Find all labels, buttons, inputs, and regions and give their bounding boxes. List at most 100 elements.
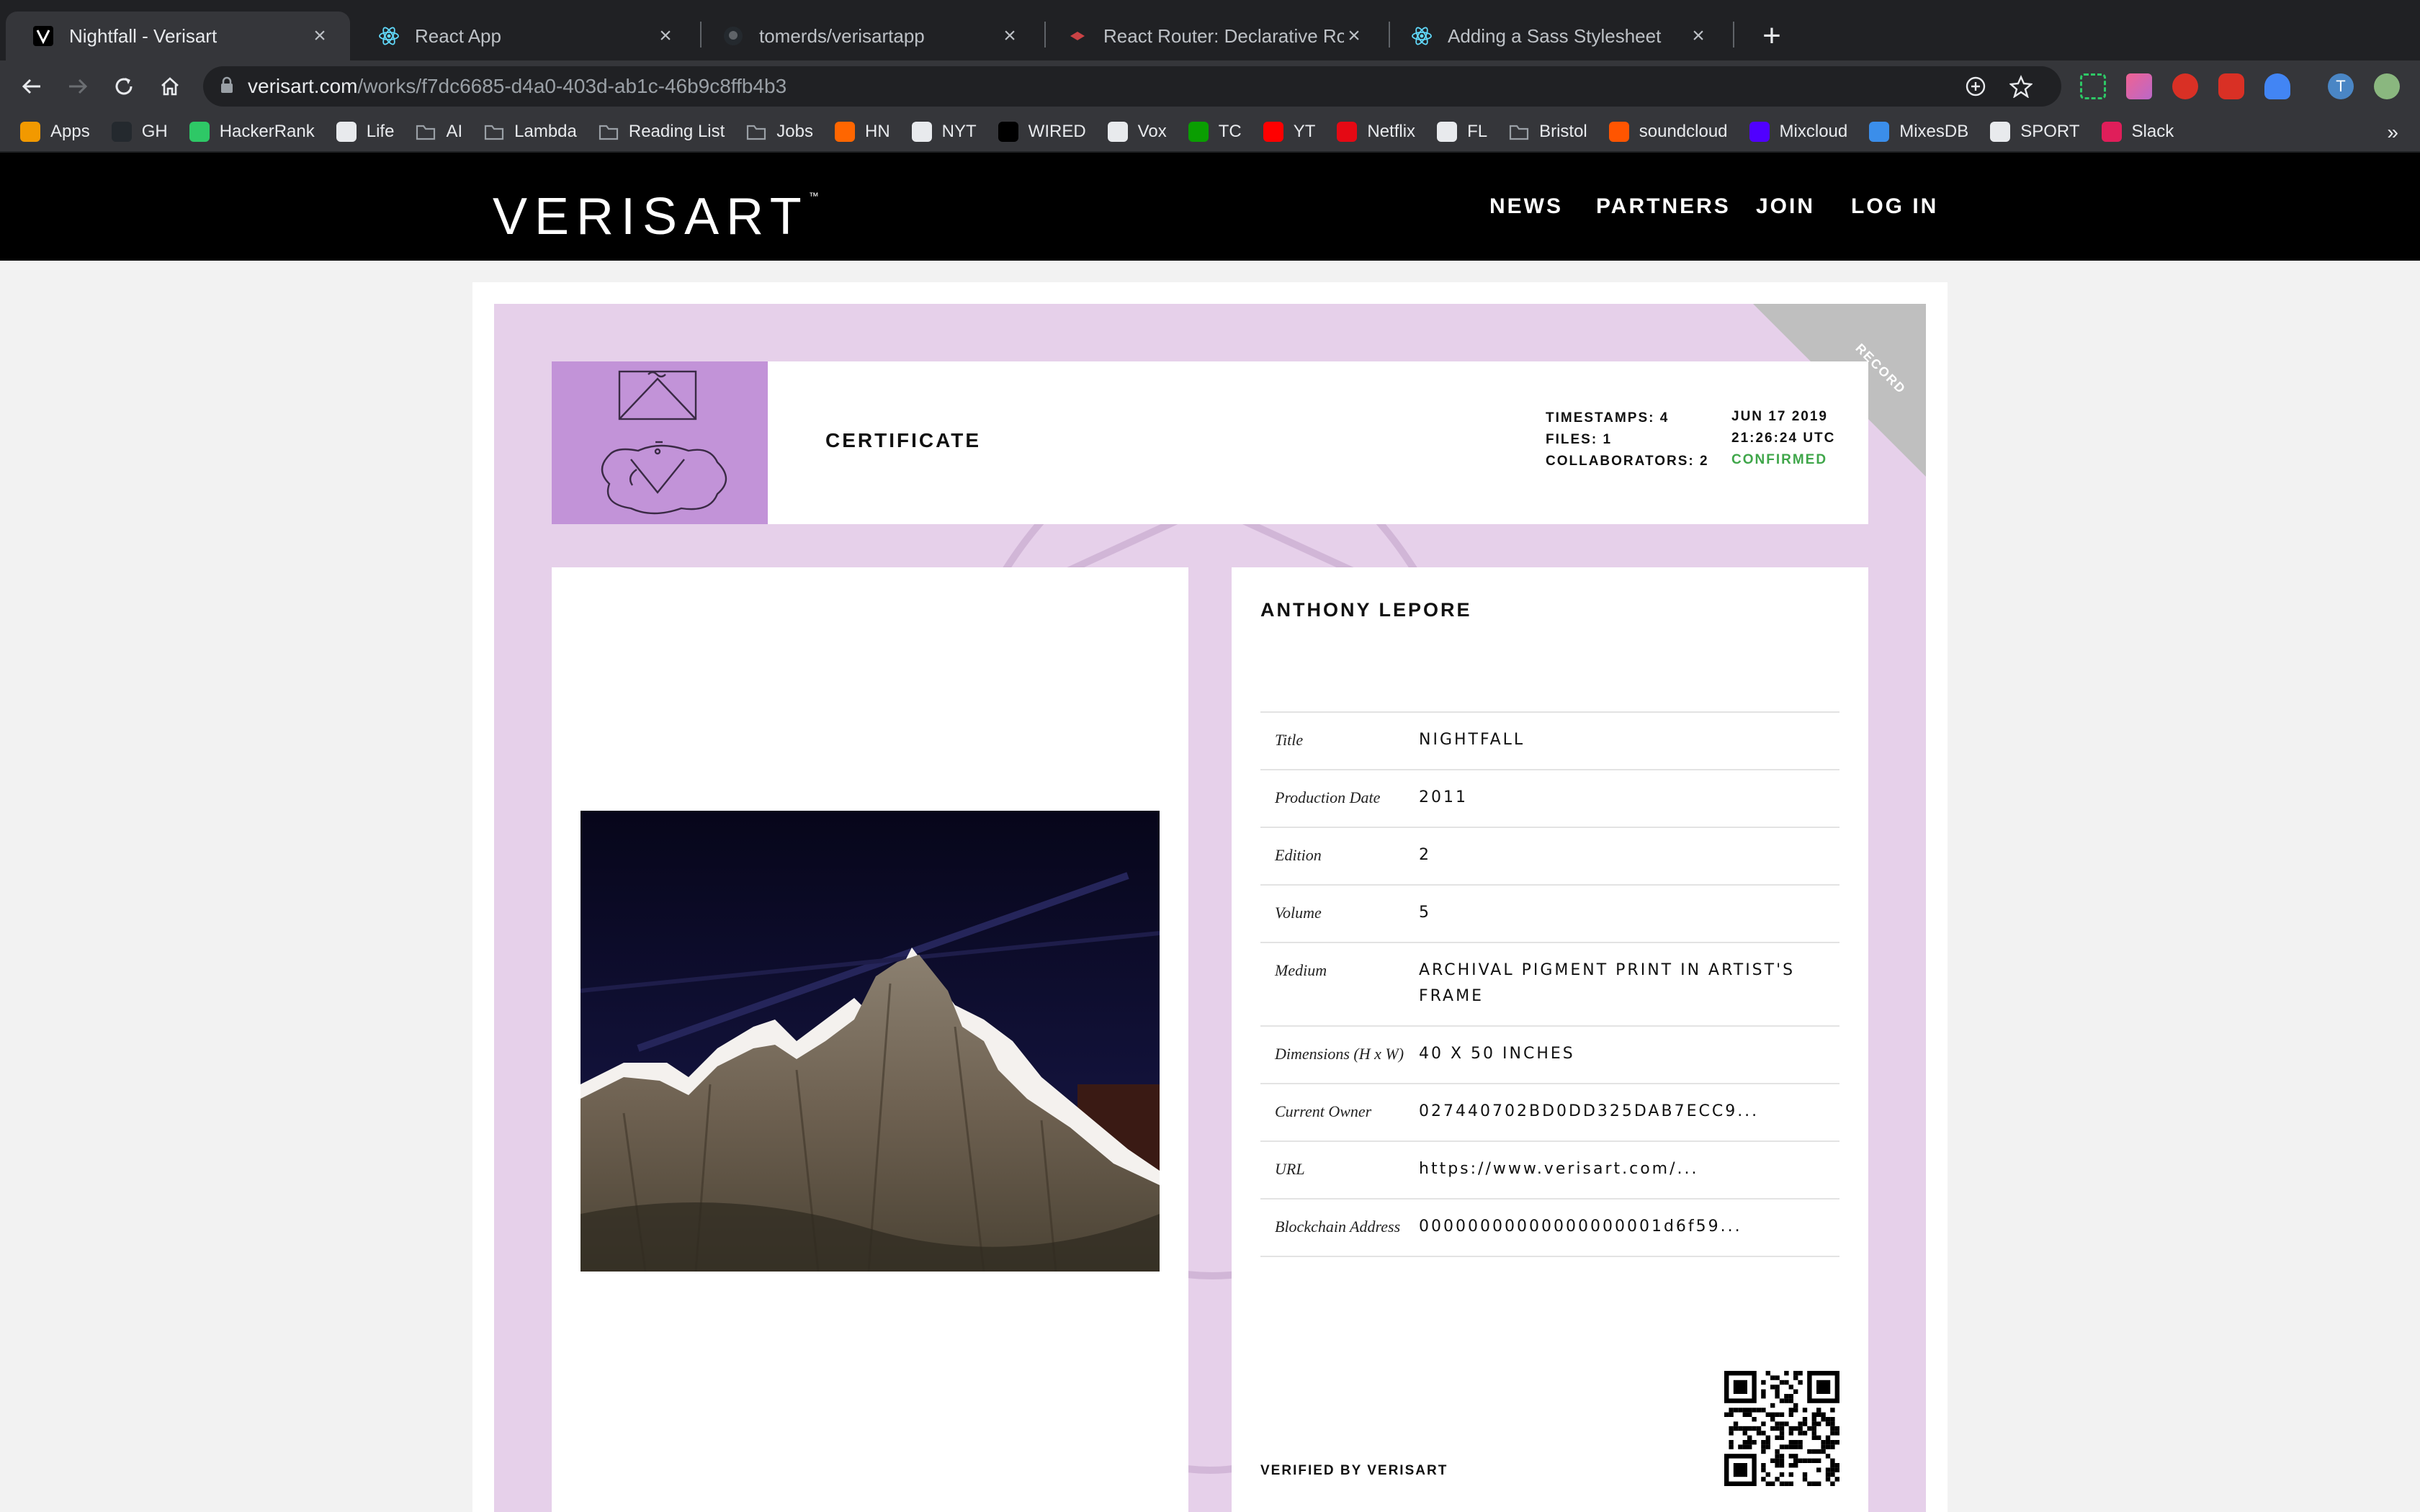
- bookmark-nyt[interactable]: NYT: [911, 122, 977, 142]
- bookmark-label: Slack: [2131, 122, 2174, 141]
- reload-icon[interactable]: [107, 69, 141, 104]
- bookmark-jobs[interactable]: Jobs: [746, 122, 813, 142]
- bookmark-yt[interactable]: YT: [1263, 122, 1315, 142]
- url-domain: verisart.com: [248, 75, 358, 97]
- bookmark-label: Netflix: [1367, 122, 1416, 141]
- bookmark-hackerrank[interactable]: HackerRank: [189, 122, 315, 142]
- bookmark-tc[interactable]: TC: [1188, 122, 1242, 142]
- bookmark-life[interactable]: Life: [336, 122, 394, 142]
- nyt-icon: [911, 122, 932, 142]
- table-row: Volume 5: [1260, 886, 1839, 943]
- bbc-sport-icon: [1990, 122, 2011, 142]
- update-icon[interactable]: [2374, 73, 2400, 99]
- more-bookmarks-icon[interactable]: »: [2387, 121, 2398, 144]
- site-logo[interactable]: VERISART™: [493, 187, 819, 246]
- logo-tm: ™: [808, 190, 819, 202]
- bookmark-slack[interactable]: Slack: [2101, 122, 2174, 142]
- home-icon[interactable]: [153, 69, 187, 104]
- profile-avatar[interactable]: T: [2328, 73, 2354, 99]
- bookmark-label: MixesDB: [1899, 122, 1969, 141]
- bookmark-soundcloud[interactable]: soundcloud: [1608, 122, 1728, 142]
- forward-icon[interactable]: [60, 69, 95, 104]
- bookmark-fl[interactable]: FL: [1437, 122, 1487, 142]
- block-extension-icon[interactable]: [2218, 73, 2244, 99]
- detail-label-volume: Volume: [1275, 904, 1322, 922]
- slack-icon: [2101, 122, 2122, 142]
- techcrunch-icon: [1188, 122, 1209, 142]
- bug-extension-icon[interactable]: [2172, 73, 2198, 99]
- folder-icon: [416, 122, 436, 142]
- files-count: FILES: 1: [1546, 432, 1613, 447]
- bookmark-label: HN: [865, 122, 890, 141]
- table-row: Current Owner 027440702BD0DD325DAB7ECC9..…: [1260, 1084, 1839, 1142]
- netflix-icon: [1337, 122, 1358, 142]
- detail-value-url[interactable]: https://www.verisart.com/...: [1419, 1156, 1839, 1182]
- bookmark-label: WIRED: [1028, 122, 1086, 141]
- close-icon[interactable]: ×: [655, 24, 676, 48]
- tab-separator: [1733, 22, 1734, 48]
- table-row: Medium ARCHIVAL PIGMENT PRINT IN ARTIST'S…: [1260, 943, 1839, 1027]
- bookmark-reading-list[interactable]: Reading List: [599, 122, 725, 142]
- tab-react-router[interactable]: React Router: Declarative Rout ×: [1040, 12, 1384, 60]
- bookmark-label: SPORT: [2020, 122, 2080, 141]
- life-icon: [336, 122, 357, 142]
- tab-github-verisartapp[interactable]: tomerds/verisartapp ×: [696, 12, 1040, 60]
- color-extension-icon[interactable]: [2126, 73, 2152, 99]
- screenshot-extension-icon[interactable]: [2080, 73, 2106, 99]
- bookmark-mixesdb[interactable]: MixesDB: [1869, 122, 1968, 142]
- back-icon[interactable]: [14, 69, 49, 104]
- bookmark-hn[interactable]: HN: [835, 122, 890, 142]
- bookmark-lambda[interactable]: Lambda: [484, 122, 577, 142]
- tab-title: tomerds/verisartapp: [759, 24, 925, 47]
- close-icon[interactable]: ×: [1688, 24, 1708, 48]
- bookmark-label: Bristol: [1539, 122, 1587, 141]
- lock-icon: [220, 76, 233, 97]
- bookmark-ai[interactable]: AI: [416, 122, 462, 142]
- youtube-icon: [1263, 122, 1283, 142]
- bookmark-mixcloud[interactable]: Mixcloud: [1749, 122, 1848, 142]
- bookmark-label: Jobs: [776, 122, 813, 141]
- close-icon[interactable]: ×: [310, 24, 330, 48]
- nav-join[interactable]: JOIN: [1756, 194, 1815, 219]
- bookmark-vox[interactable]: Vox: [1107, 122, 1167, 142]
- certificate-time: 21:26:24 UTC: [1731, 431, 1836, 446]
- new-tab-button[interactable]: +: [1752, 16, 1792, 56]
- table-row: Dimensions (H x W) 40 X 50 INCHES: [1260, 1027, 1839, 1084]
- nav-partners[interactable]: PARTNERS: [1596, 194, 1731, 219]
- bookmark-label: Reading List: [628, 122, 725, 141]
- bookmark-apps[interactable]: Apps: [20, 122, 90, 142]
- tab-nightfall-verisart[interactable]: Nightfall - Verisart ×: [6, 12, 350, 60]
- folder-icon: [599, 122, 619, 142]
- artwork-image[interactable]: [581, 811, 1160, 1272]
- add-icon[interactable]: [1965, 66, 1986, 107]
- bookmark-label: FL: [1467, 122, 1488, 141]
- bookmark-netflix[interactable]: Netflix: [1337, 122, 1415, 142]
- url-text: verisart.com/works/f7dc6685-d4a0-403d-ab…: [248, 75, 786, 98]
- react-icon: [377, 24, 400, 48]
- qr-code[interactable]: [1724, 1371, 1839, 1486]
- nav-news[interactable]: NEWS: [1489, 194, 1563, 219]
- verified-by-label: VERIFIED BY VERISART: [1260, 1463, 1448, 1478]
- close-icon[interactable]: ×: [1344, 24, 1364, 48]
- fl-icon: [1437, 122, 1458, 142]
- react-icon: [1410, 24, 1433, 48]
- tab-react-app[interactable]: React App ×: [351, 12, 696, 60]
- close-icon[interactable]: ×: [1000, 24, 1020, 48]
- tab-sass-stylesheet[interactable]: Adding a Sass Stylesheet ×: [1384, 12, 1729, 60]
- bookmark-bristol[interactable]: Bristol: [1509, 122, 1587, 142]
- wired-icon: [998, 122, 1018, 142]
- detail-value-blockchain-address[interactable]: 00000000000000000001d6f59...: [1419, 1214, 1839, 1240]
- artwork-sketch-thumbnail[interactable]: [552, 361, 768, 524]
- address-bar[interactable]: verisart.com/works/f7dc6685-d4a0-403d-ab…: [203, 66, 2061, 107]
- bookmark-gh[interactable]: GH: [111, 122, 168, 142]
- nav-log-in[interactable]: LOG IN: [1851, 194, 1938, 219]
- detail-value-current-owner[interactable]: 027440702BD0DD325DAB7ECC9...: [1419, 1099, 1839, 1125]
- certificate-date: JUN 17 2019: [1731, 409, 1828, 424]
- artist-name[interactable]: ANTHONY LEPORE: [1260, 599, 1472, 621]
- bookmark-sport[interactable]: SPORT: [1990, 122, 2080, 142]
- bookmark-star-icon[interactable]: [2009, 66, 2033, 107]
- bookmark-label: Mixcloud: [1779, 122, 1848, 141]
- bookmark-wired[interactable]: WIRED: [998, 122, 1086, 142]
- detail-label-url: URL: [1275, 1160, 1305, 1178]
- graduation-extension-icon[interactable]: [2264, 73, 2290, 99]
